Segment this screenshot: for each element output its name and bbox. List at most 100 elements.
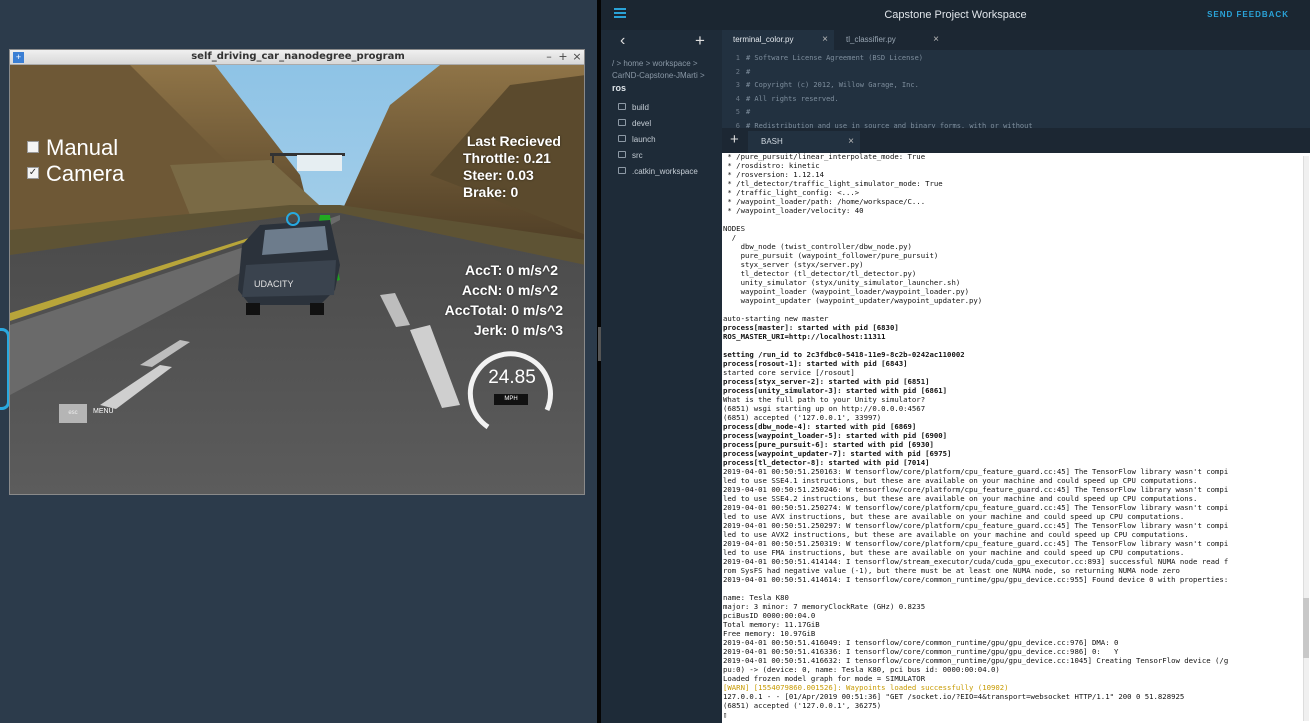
esc-key-icon[interactable]: esc [59, 404, 87, 423]
tab-tl-classifier[interactable]: tl_classifier.py × [835, 30, 945, 50]
terminal-line: (6851) accepted ('127.0.0.1', 33997) [723, 413, 882, 422]
terminal-line: process[unity_simulator-3]: started with… [723, 386, 948, 395]
terminal-line: 2019-04-01 00:50:51.416049: I tensorflow… [723, 638, 1119, 647]
code-lines[interactable]: 1 # Software License Agreement (BSD Licen… [722, 52, 1310, 133]
maximize-icon[interactable]: + [556, 50, 570, 64]
terminal-line: 127.0.0.1 - - [01/Apr/2019 00:51:36] "GE… [723, 692, 1185, 701]
terminal-line: * /traffic_light_config: <...> [723, 188, 860, 197]
file-icon [618, 167, 626, 175]
jerk-readout: Jerk: 0 m/s^3 [473, 322, 563, 338]
camera-label: Camera [46, 161, 125, 186]
terminal-line: process[dbw_node-4]: started with pid [6… [723, 422, 917, 431]
acctotal-readout: AccTotal: 0 m/s^2 [444, 302, 563, 318]
terminal-line: 2019-04-01 00:50:51.414614: I tensorflow… [723, 575, 1229, 584]
car-brand: UDACITY [254, 279, 294, 289]
terminal-line: * /tl_detector/traffic_light_simulator_m… [723, 179, 943, 188]
simulator-window-title: self_driving_car_nanodegree_program [191, 51, 405, 62]
workspace: Capstone Project Workspace SEND FEEDBACK… [601, 0, 1310, 723]
back-arrow-icon[interactable]: ‹ [620, 32, 625, 50]
tab-label: BASH [761, 137, 783, 146]
manual-label: Manual [46, 135, 119, 160]
terminal-line: major: 3 minor: 7 memoryClockRate (GHz) … [723, 602, 926, 611]
folder-devel[interactable]: devel [618, 118, 651, 130]
steer-readout: Steer: 0.03 [463, 167, 534, 183]
terminal-line: * /rosversion: 1.12.14 [723, 170, 825, 179]
terminal-line: unity_simulator (styx/unity_simulator_la… [723, 278, 961, 287]
terminal-output[interactable]: * /pure_pursuit/linear_interpolate_mode:… [722, 152, 1310, 723]
manual-checkbox-box[interactable] [27, 141, 39, 154]
code-editor: terminal_color.py × tl_classifier.py × 1 # … [722, 30, 1310, 130]
terminal-line: process[pure_pursuit-6]: started with pi… [723, 440, 934, 449]
close-tab-icon[interactable]: × [848, 131, 854, 153]
close-tab-icon[interactable]: × [822, 30, 828, 50]
terminal-line: ▯ [723, 710, 728, 719]
terminal-line: led to use SSE4.2 instructions, but thes… [723, 494, 1198, 503]
terminal-line: waypoint_loader (waypoint_loader/waypoin… [723, 287, 970, 296]
add-file-icon[interactable]: + [695, 31, 705, 51]
last-received-label: Last Recieved [466, 133, 561, 149]
file-label: devel [632, 119, 652, 128]
minimize-icon[interactable]: – [542, 50, 556, 64]
breadcrumb-path-2[interactable]: CarND-Capstone-JMarti > [612, 70, 718, 82]
terminal-line: process[styx_server-2]: started with pid… [723, 377, 930, 386]
terminal-line: Loaded frozen model graph for mode = SIM… [723, 674, 926, 683]
terminal-line: 2019-04-01 00:50:51.250163: W tensorflow… [723, 467, 1229, 476]
tab-terminal-color[interactable]: terminal_color.py × [722, 30, 834, 50]
terminal-line: (6851) wsgi starting up on http://0.0.0.… [723, 404, 926, 413]
simulator-viewport[interactable]: UDACITY Manual ✓ Camera Last Recieved Thr… [10, 65, 584, 494]
terminal-line: pure_pursuit (waypoint_follower/pure_pur… [723, 251, 939, 260]
terminal-line: started core service [/rosout] [723, 368, 855, 377]
terminal-panel: + BASH × * /pure_pursuit/linear_interpola… [722, 128, 1310, 723]
file-label: src [632, 151, 643, 160]
breadcrumb-current: ros [612, 83, 627, 93]
folder-icon [618, 151, 626, 159]
code-line: 2 # [722, 66, 1310, 80]
terminal-line: 2019-04-01 00:50:51.250274: W tensorflow… [723, 503, 1229, 512]
manual-checkbox[interactable]: Manual [27, 135, 118, 161]
terminal-line: 2019-04-01 00:50:51.250297: W tensorflow… [723, 521, 1229, 530]
add-terminal-icon[interactable]: + [730, 131, 739, 148]
terminal-scroll-thumb[interactable] [1303, 598, 1309, 658]
close-tab-icon[interactable]: × [933, 30, 939, 50]
code-line: 5 # [722, 106, 1310, 120]
terminal-line: led to use AVX instructions, but these a… [723, 512, 1185, 521]
tab-label: tl_classifier.py [846, 35, 896, 44]
file-catkin-workspace[interactable]: .catkin_workspace [618, 166, 698, 178]
folder-icon [618, 103, 626, 111]
code-text: # Copyright (c) 2012, Willow Garage, Inc… [746, 81, 919, 89]
folder-launch[interactable]: launch [618, 134, 656, 146]
breadcrumb-path-1[interactable]: / > home > workspace > [612, 58, 718, 70]
acct-readout: AccT: 0 m/s^2 [465, 262, 558, 278]
tab-label: terminal_color.py [733, 35, 794, 44]
folder-src[interactable]: src [618, 150, 643, 162]
terminal-line: name: Tesla K80 [723, 593, 789, 602]
terminal-line: waypoint_updater (waypoint_updater/waypo… [723, 296, 983, 305]
code-line: 1 # Software License Agreement (BSD Licen… [722, 52, 1310, 66]
terminal-line: led to use SSE4.1 instructions, but thes… [723, 476, 1198, 485]
code-line: 3 # Copyright (c) 2012, Willow Garage, In… [722, 79, 1310, 93]
terminal-line: (6851) accepted ('127.0.0.1', 36275) [723, 701, 882, 710]
terminal-line: 2019-04-01 00:50:51.416632: I tensorflow… [723, 656, 1229, 665]
terminal-line: 2019-04-01 00:50:51.250246: W tensorflow… [723, 485, 1229, 494]
simulator-window: + self_driving_car_nanodegree_program – … [9, 49, 585, 495]
breadcrumb: / > home > workspace > CarND-Capstone-JM… [612, 58, 718, 94]
terminal-line: process[waypoint_loader-5]: started with… [723, 431, 948, 440]
terminal-line: Free memory: 10.97GiB [723, 629, 816, 638]
simulator-titlebar[interactable]: + self_driving_car_nanodegree_program – … [10, 50, 584, 65]
terminal-line: NODES [723, 224, 745, 233]
close-icon[interactable]: × [570, 50, 584, 64]
desktop: + self_driving_car_nanodegree_program – … [0, 0, 598, 723]
terminal-line: styx_server (styx/server.py) [723, 260, 864, 269]
speedometer-value: 24.85 [488, 367, 536, 388]
tab-bash[interactable]: BASH × [748, 131, 860, 153]
camera-checkbox-box[interactable]: ✓ [27, 167, 39, 180]
code-text: # [746, 67, 751, 76]
folder-build[interactable]: build [618, 102, 649, 114]
workspace-header: Capstone Project Workspace SEND FEEDBACK [601, 0, 1310, 30]
camera-checkbox[interactable]: ✓ Camera [27, 161, 124, 187]
terminal-line: * /pure_pursuit/linear_interpolate_mode:… [723, 152, 926, 161]
send-feedback-button[interactable]: SEND FEEDBACK [1207, 10, 1289, 19]
menu-label[interactable]: MENU [93, 408, 114, 415]
